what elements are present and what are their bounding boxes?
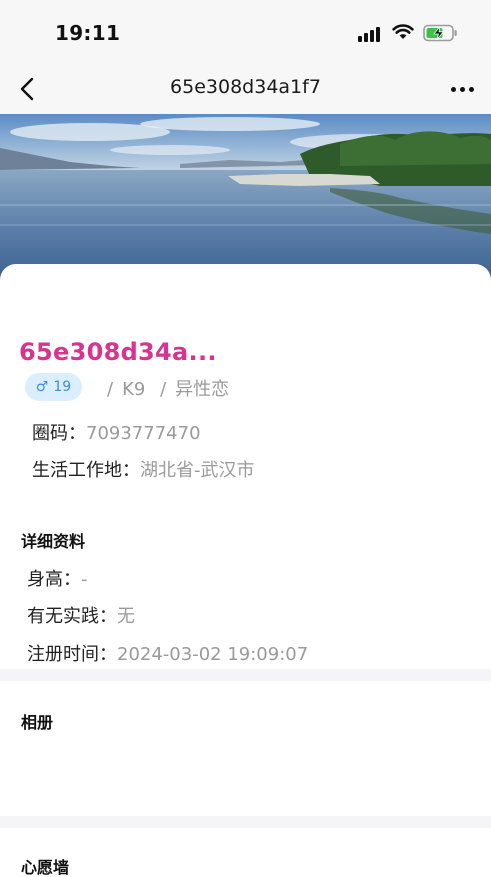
status-time: 19:11 <box>55 21 121 45</box>
location-row: 生活工作地：湖北省-武汉市 <box>32 456 255 482</box>
status-bar: 19:11 <box>0 0 491 64</box>
male-icon: ♂ <box>35 379 49 395</box>
height-label: 身高： <box>27 569 81 590</box>
age-value: 19 <box>53 379 72 395</box>
album-section-title[interactable]: 相册 <box>21 709 53 733</box>
location-label: 生活工作地： <box>32 460 140 481</box>
tag-role: K9 <box>122 379 146 400</box>
profile-name: 65e308d34a... <box>19 338 217 366</box>
wifi-icon <box>392 24 414 39</box>
practice-label: 有无实践： <box>27 606 117 627</box>
wishwall-section-title[interactable]: 心愿墙 <box>21 854 69 877</box>
circle-code-value[interactable]: 7093777470 <box>86 423 201 444</box>
circle-code-row: 圈码：7093777470 <box>32 419 201 445</box>
cover-photo <box>0 114 491 284</box>
circle-code-label: 圈码： <box>32 423 86 444</box>
section-divider <box>0 816 491 828</box>
signal-icon <box>358 26 383 42</box>
registered-label: 注册时间： <box>27 644 117 665</box>
tag-orientation: 异性恋 <box>175 379 230 400</box>
practice-row: 有无实践：无 <box>27 602 135 628</box>
more-dots-icon[interactable] <box>450 78 478 100</box>
section-divider <box>0 669 491 681</box>
location-value: 湖北省-武汉市 <box>140 460 255 481</box>
registered-row: 注册时间：2024-03-02 19:09:07 <box>27 640 308 666</box>
page-title: 65e308d34a1f7 <box>170 76 321 98</box>
registered-value: 2024-03-02 19:09:07 <box>117 644 309 665</box>
details-section-title: 详细资料 <box>21 532 86 551</box>
practice-value: 无 <box>117 606 135 627</box>
profile-card: 65e308d34a... ♂ 19 /K9 /异性恋 圈码：709377747… <box>0 264 491 877</box>
profile-tags: / K9 /异性恋 <box>107 379 230 400</box>
height-value: - <box>81 569 88 590</box>
battery-charging-icon <box>423 24 457 42</box>
nav-bar: 65e308d34a1f7 <box>0 64 491 114</box>
age-badge: ♂ 19 <box>25 373 82 401</box>
height-row: 身高：- <box>27 565 88 591</box>
